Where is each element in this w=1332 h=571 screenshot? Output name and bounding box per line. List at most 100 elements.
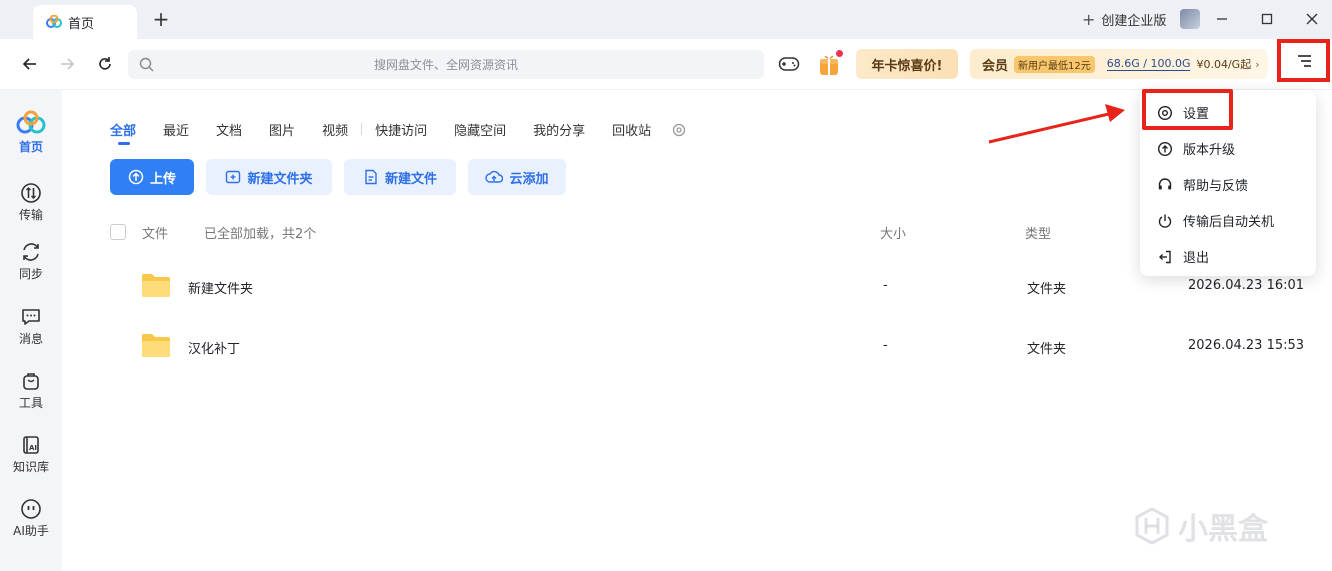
highlight-box [1142, 89, 1233, 130]
search-input[interactable] [128, 57, 764, 72]
menu-item-upgrade[interactable]: 版本升级 [1157, 139, 1235, 158]
tab-recent[interactable]: 最近 [163, 120, 189, 139]
cloud-logo-icon [46, 15, 62, 28]
annual-promo-button[interactable]: 年卡惊喜价! [856, 49, 958, 79]
sidebar-item-ai-assistant[interactable]: AI助手 [0, 498, 62, 539]
menu-icon [1297, 54, 1311, 67]
sidebar-item-label: 同步 [18, 267, 43, 281]
transfer-icon [21, 183, 41, 203]
cloud-logo-icon [16, 110, 46, 134]
tab-quick-access[interactable]: 快捷访问 [375, 120, 427, 139]
enterprise-label: 创建企业版 [1101, 14, 1167, 29]
tab-documents[interactable]: 文档 [216, 120, 242, 139]
table-row[interactable]: 汉化补丁 - 文件夹 2026.04.23 15:53 [110, 328, 1330, 368]
tab-settings-icon[interactable] [672, 123, 686, 137]
menu-item-help[interactable]: 帮助与反馈 [1157, 175, 1248, 194]
load-status: 已全部加载，共2个 [204, 227, 317, 242]
select-all-checkbox[interactable] [110, 224, 126, 240]
annotation-arrow [988, 104, 1125, 144]
upload-icon [128, 169, 144, 185]
tab-my-shares[interactable]: 我的分享 [533, 120, 585, 139]
new-file-label: 新建文件 [384, 171, 437, 187]
new-file-button[interactable]: 新建文件 [344, 159, 456, 195]
new-folder-button[interactable]: 新建文件夹 [206, 159, 332, 195]
title-bar: 首页 + + 创建企业版 [0, 0, 1332, 39]
file-name: 新建文件夹 [188, 282, 254, 297]
sidebar-item-label: 首页 [18, 140, 43, 154]
file-date: 2026.04.23 15:53 [1188, 338, 1305, 353]
plus-icon: + [1082, 10, 1096, 29]
svg-text:AI: AI [29, 444, 37, 452]
arrow-left-icon [22, 58, 36, 70]
new-folder-icon [226, 170, 241, 184]
logout-icon [1159, 250, 1171, 263]
tab-home[interactable]: 首页 [33, 5, 137, 39]
search-icon [139, 57, 154, 72]
maximize-button[interactable] [1256, 8, 1278, 30]
minimize-button[interactable] [1211, 8, 1233, 30]
file-size: - [883, 338, 888, 353]
sidebar-item-label: 消息 [18, 332, 43, 346]
gamepad-icon[interactable] [778, 55, 800, 73]
storage-quota: 68.6G / 100.0G [1106, 57, 1191, 71]
refresh-button[interactable] [95, 54, 115, 74]
tab-hidden-space[interactable]: 隐藏空间 [454, 120, 506, 139]
menu-item-auto-shutdown[interactable]: 传输后自动关机 [1157, 211, 1274, 230]
sidebar-item-label: 知识库 [12, 460, 49, 474]
sidebar-item-sync[interactable]: 同步 [0, 241, 62, 282]
refresh-icon [99, 57, 111, 70]
menu-item-logout[interactable]: 退出 [1157, 247, 1209, 266]
gift-button[interactable] [818, 50, 843, 76]
folder-icon [142, 274, 170, 297]
minimize-icon [1217, 18, 1227, 20]
column-type[interactable]: 类型 [1025, 223, 1051, 242]
membership-bar[interactable]: 会员 新用户最低12元 68.6G / 100.0G ¥0.04/G起 › [970, 49, 1268, 79]
headset-icon [1158, 177, 1172, 189]
new-folder-label: 新建文件夹 [247, 171, 313, 187]
sync-icon [23, 243, 39, 261]
sidebar-item-tools[interactable]: 工具 [0, 370, 62, 411]
sidebar-item-label: 传输 [18, 208, 43, 222]
sidebar-item-label: 工具 [18, 396, 43, 410]
menu-item-label: 传输后自动关机 [1183, 215, 1275, 230]
sidebar-item-transfer[interactable]: 传输 [0, 182, 62, 223]
sidebar-item-home[interactable]: 首页 [0, 110, 62, 155]
tab-recycle-bin[interactable]: 回收站 [612, 120, 651, 139]
file-type: 文件夹 [1027, 342, 1067, 357]
search-box[interactable] [128, 50, 764, 79]
watermark-text: 小黑盒 [1178, 512, 1268, 547]
action-buttons: 上传 新建文件夹 新建文件 云添加 [110, 159, 578, 195]
tab-videos[interactable]: 视频 [322, 120, 363, 139]
tab-images[interactable]: 图片 [269, 120, 295, 139]
avatar[interactable] [1180, 9, 1200, 29]
sidebar-item-label: AI助手 [13, 524, 49, 538]
toolbox-icon [23, 373, 39, 390]
upgrade-icon [1157, 141, 1173, 156]
new-tab-button[interactable]: + [151, 9, 171, 29]
file-size: - [883, 278, 888, 293]
sidebar-item-messages[interactable]: 消息 [0, 306, 62, 347]
tab-all[interactable]: 全部 [110, 120, 136, 145]
main-menu-button[interactable] [1277, 39, 1330, 82]
ai-assistant-icon [21, 499, 41, 519]
create-enterprise-button[interactable]: + 创建企业版 [1082, 10, 1166, 29]
cloud-upload-icon [485, 170, 504, 183]
menu-item-label: 退出 [1183, 251, 1210, 266]
folder-icon [142, 334, 170, 357]
column-size[interactable]: 大小 [880, 223, 906, 242]
upload-button[interactable]: 上传 [110, 159, 194, 195]
toolbar: 年卡惊喜价! 会员 新用户最低12元 68.6G / 100.0G ¥0.04/… [0, 39, 1332, 90]
column-file[interactable]: 文件 [142, 223, 168, 242]
menu-item-label: 版本升级 [1183, 143, 1236, 158]
forward-button[interactable] [57, 54, 77, 74]
sidebar-item-knowledge-base[interactable]: AI 知识库 [0, 434, 62, 475]
cloud-add-button[interactable]: 云添加 [468, 159, 566, 195]
upload-label: 上传 [149, 171, 176, 187]
power-icon [1158, 214, 1172, 228]
close-button[interactable] [1301, 8, 1323, 30]
close-icon [1306, 13, 1318, 25]
category-tabs: 全部 最近 文档 图片 视频 快捷访问 隐藏空间 我的分享 回收站 [110, 120, 686, 145]
storage-price: ¥0.04/G起 [1196, 58, 1252, 71]
menu-item-label: 帮助与反馈 [1183, 179, 1249, 194]
back-button[interactable] [20, 54, 40, 74]
